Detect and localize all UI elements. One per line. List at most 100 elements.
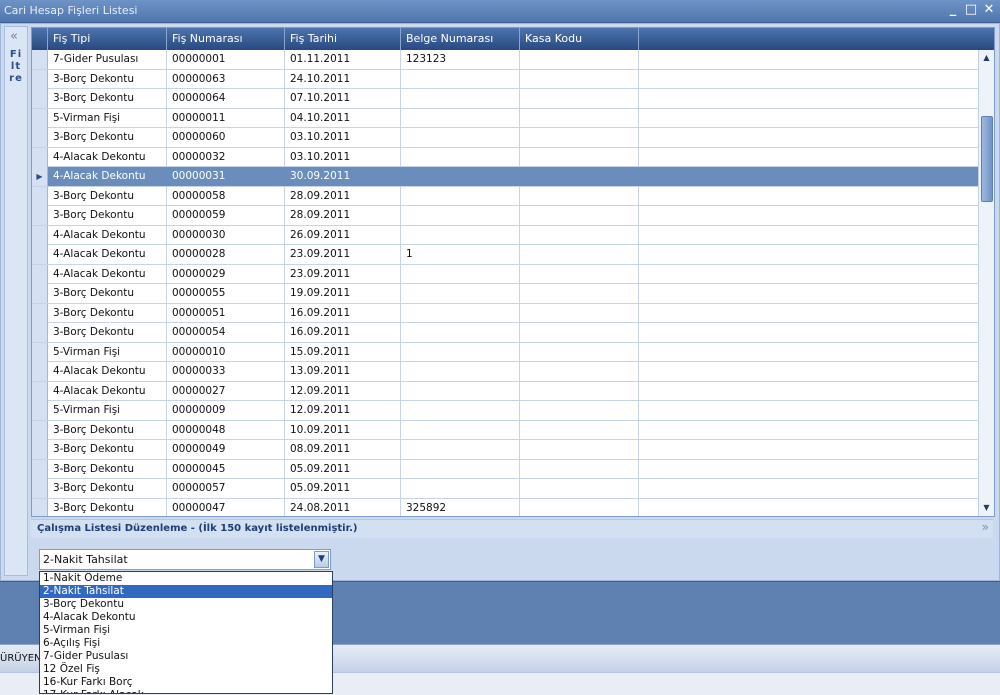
row-indicator[interactable] <box>32 323 48 342</box>
table-row[interactable]: 4-Alacak Dekontu 00000029 23.09.2011 <box>32 264 978 284</box>
table-cell <box>401 89 520 108</box>
row-indicator[interactable] <box>32 50 48 69</box>
table-cell: 00000027 <box>167 381 285 401</box>
row-indicator[interactable] <box>32 498 48 516</box>
row-indicator[interactable] <box>32 381 48 401</box>
column-header[interactable]: Fiş Tarihi <box>285 28 401 50</box>
table-cell <box>520 69 639 89</box>
filter-panel[interactable]: « Filtre <box>4 26 28 576</box>
row-indicator[interactable] <box>32 401 48 420</box>
table-row[interactable]: 7-Gider Pusulası 00000001 01.11.2011 123123 <box>32 50 978 70</box>
table-row[interactable]: 3-Borç Dekontu 00000064 07.10.2011 <box>32 89 978 109</box>
row-indicator[interactable] <box>32 284 48 303</box>
table-cell: 00000054 <box>167 323 285 342</box>
dropdown-option[interactable]: 5-Virman Fişi <box>40 624 332 637</box>
column-header[interactable]: Belge Numarası <box>401 28 520 50</box>
table-cell: 325892 <box>401 498 520 516</box>
table-cell: 12.09.2011 <box>285 381 401 401</box>
column-header[interactable]: Fiş Tipi <box>48 28 167 50</box>
table-row[interactable]: 3-Borç Dekontu 00000047 24.08.2011 325892 <box>32 498 978 516</box>
table-cell: 3-Borç Dekontu <box>48 459 167 479</box>
table-row[interactable]: 3-Borç Dekontu 00000054 16.09.2011 <box>32 323 978 343</box>
row-indicator[interactable] <box>32 459 48 479</box>
table-row[interactable]: 4-Alacak Dekontu 00000030 26.09.2011 <box>32 225 978 245</box>
table-row[interactable]: ▶ 4-Alacak Dekontu 00000031 30.09.2011 <box>32 167 978 187</box>
row-indicator[interactable] <box>32 440 48 459</box>
dropdown-option[interactable]: 4-Alacak Dekontu <box>40 611 332 624</box>
table-cell: 04.10.2011 <box>285 108 401 128</box>
bottom-tab-label[interactable]: ÜRÜYEN <box>0 653 42 664</box>
table-cell <box>520 440 639 459</box>
table-row[interactable]: 3-Borç Dekontu 00000045 05.09.2011 <box>32 459 978 479</box>
row-indicator[interactable] <box>32 479 48 498</box>
chevron-down-icon[interactable]: ▼ <box>314 551 329 568</box>
dropdown-option[interactable]: 12 Özel Fiş <box>40 663 332 676</box>
row-indicator[interactable] <box>32 108 48 128</box>
dropdown-option[interactable]: 17-Kur Farkı Alacak <box>40 689 332 693</box>
row-indicator[interactable] <box>32 303 48 323</box>
table-row[interactable]: 3-Borç Dekontu 00000048 10.09.2011 <box>32 420 978 440</box>
chevron-left-icon[interactable]: « <box>10 29 18 44</box>
table-cell: 3-Borç Dekontu <box>48 479 167 498</box>
table-row[interactable]: 4-Alacak Dekontu 00000032 03.10.2011 <box>32 147 978 167</box>
table-row[interactable]: 3-Borç Dekontu 00000059 28.09.2011 <box>32 206 978 226</box>
table-cell: 3-Borç Dekontu <box>48 128 167 147</box>
column-header[interactable]: Fiş Numarası <box>167 28 285 50</box>
table-cell: 00000033 <box>167 362 285 381</box>
table-cell <box>520 147 639 167</box>
table-row[interactable]: 5-Virman Fişi 00000009 12.09.2011 <box>32 401 978 421</box>
table-cell: 00000001 <box>167 50 285 69</box>
scroll-up-icon[interactable]: ▲ <box>981 52 992 64</box>
table-row[interactable]: 4-Alacak Dekontu 00000027 12.09.2011 <box>32 381 978 401</box>
receipt-type-dropdown[interactable]: 1-Nakit Ödeme 2-Nakit Tahsilat 3-Borç Deko… <box>39 571 333 694</box>
dropdown-option[interactable]: 16-Kur Farkı Borç <box>40 676 332 689</box>
table-row[interactable]: 3-Borç Dekontu 00000057 05.09.2011 <box>32 479 978 499</box>
row-indicator[interactable] <box>32 420 48 440</box>
table-row[interactable]: 3-Borç Dekontu 00000051 16.09.2011 <box>32 303 978 323</box>
chevron-down-double-icon[interactable]: » <box>982 520 989 534</box>
close-icon[interactable]: ✕ <box>982 2 996 18</box>
table-row[interactable]: 3-Borç Dekontu 00000049 08.09.2011 <box>32 440 978 460</box>
dropdown-option[interactable]: 2-Nakit Tahsilat <box>40 585 332 598</box>
table-cell <box>520 225 639 245</box>
row-indicator[interactable] <box>32 128 48 147</box>
row-indicator[interactable] <box>32 342 48 362</box>
table-row[interactable]: 5-Virman Fişi 00000011 04.10.2011 <box>32 108 978 128</box>
row-pointer-icon[interactable]: ▶ <box>32 167 48 186</box>
row-indicator[interactable] <box>32 264 48 284</box>
minimize-icon[interactable]: _ <box>946 2 960 18</box>
dropdown-option[interactable]: 7-Gider Pusulası <box>40 650 332 663</box>
row-indicator[interactable] <box>32 206 48 225</box>
row-indicator[interactable] <box>32 245 48 264</box>
receipt-type-combo[interactable]: 2-Nakit Tahsilat ▼ <box>39 549 331 570</box>
row-indicator[interactable] <box>32 69 48 89</box>
dropdown-option[interactable]: 6-Açılış Fişi <box>40 637 332 650</box>
row-indicator[interactable] <box>32 147 48 167</box>
dropdown-option[interactable]: 3-Borç Dekontu <box>40 598 332 611</box>
table-cell <box>401 303 520 323</box>
table-cell: 30.09.2011 <box>285 167 401 186</box>
table-row[interactable]: 3-Borç Dekontu 00000058 28.09.2011 <box>32 186 978 206</box>
table-cell <box>520 50 639 69</box>
table-row[interactable]: 3-Borç Dekontu 00000060 03.10.2011 <box>32 128 978 148</box>
table-row[interactable]: 4-Alacak Dekontu 00000033 13.09.2011 <box>32 362 978 382</box>
scrollbar-thumb[interactable] <box>981 116 993 202</box>
window-title: Cari Hesap Fişleri Listesi <box>4 4 138 17</box>
table-cell <box>520 498 639 516</box>
row-indicator[interactable] <box>32 362 48 381</box>
row-indicator[interactable] <box>32 89 48 108</box>
table-row[interactable]: 4-Alacak Dekontu 00000028 23.09.2011 1 <box>32 245 978 265</box>
row-indicator[interactable] <box>32 225 48 245</box>
table-row[interactable]: 5-Virman Fişi 00000010 15.09.2011 <box>32 342 978 362</box>
table-cell: 4-Alacak Dekontu <box>48 245 167 264</box>
main-panel: « Filtre Fiş Tipi Fiş Numarası Fiş Tarihi B… <box>0 23 1000 581</box>
maximize-icon[interactable]: □ <box>964 2 978 18</box>
work-list-status-bar[interactable]: Çalışma Listesi Düzenleme - (İlk 150 kay… <box>31 519 993 538</box>
table-row[interactable]: 3-Borç Dekontu 00000063 24.10.2011 <box>32 69 978 89</box>
scroll-down-icon[interactable]: ▼ <box>981 502 992 514</box>
vertical-scrollbar[interactable]: ▲ ▼ <box>978 50 994 516</box>
row-indicator[interactable] <box>32 186 48 206</box>
table-row[interactable]: 3-Borç Dekontu 00000055 19.09.2011 <box>32 284 978 304</box>
column-header[interactable]: Kasa Kodu <box>520 28 639 50</box>
dropdown-option[interactable]: 1-Nakit Ödeme <box>40 572 332 585</box>
